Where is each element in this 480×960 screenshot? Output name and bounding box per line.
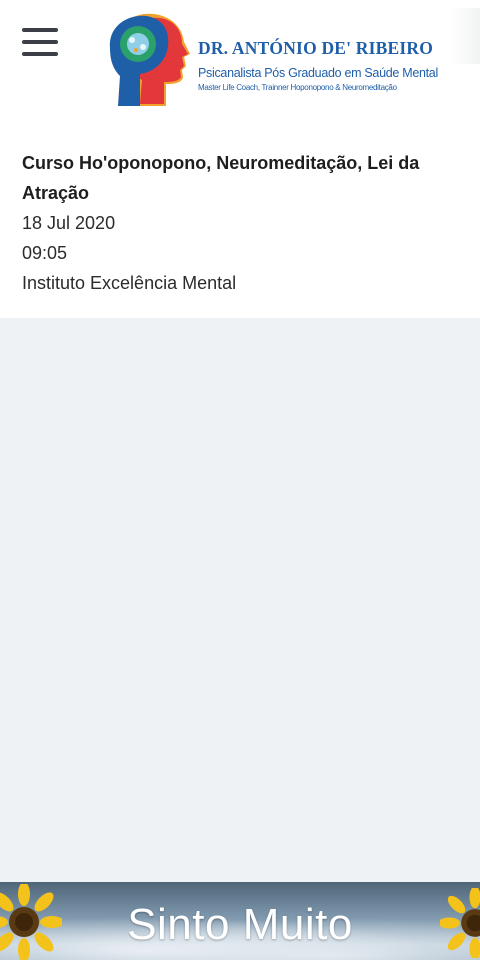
event-title: Curso Ho'oponopono, Neuromeditação, Lei … bbox=[22, 153, 420, 203]
logo-subtagline: Master Life Coach, Trainner Hoponopono &… bbox=[198, 83, 397, 92]
logo-tagline: Psicanalista Pós Graduado em Saúde Menta… bbox=[198, 66, 438, 80]
event-details-card[interactable]: Curso Ho'oponopono, Neuromeditação, Lei … bbox=[0, 124, 480, 318]
app-header: DR. ANTÓNIO DE' RIBEIRO Psicanalista Pós… bbox=[0, 0, 480, 124]
header-edge bbox=[450, 8, 480, 64]
logo-brand-name: DR. ANTÓNIO DE' RIBEIRO bbox=[198, 38, 434, 58]
event-time: 09:05 bbox=[22, 243, 68, 263]
brand-logo[interactable]: DR. ANTÓNIO DE' RIBEIRO Psicanalista Pós… bbox=[106, 10, 438, 110]
banner-title: Sinto Muito bbox=[127, 900, 353, 949]
hamburger-menu-icon[interactable] bbox=[22, 28, 58, 56]
event-organizer: Instituto Excelência Mental bbox=[22, 273, 237, 293]
event-date: 18 Jul 2020 bbox=[22, 213, 116, 233]
footer-banner[interactable]: Sinto Muito bbox=[0, 882, 480, 960]
head-profile-logo-icon bbox=[109, 13, 190, 106]
